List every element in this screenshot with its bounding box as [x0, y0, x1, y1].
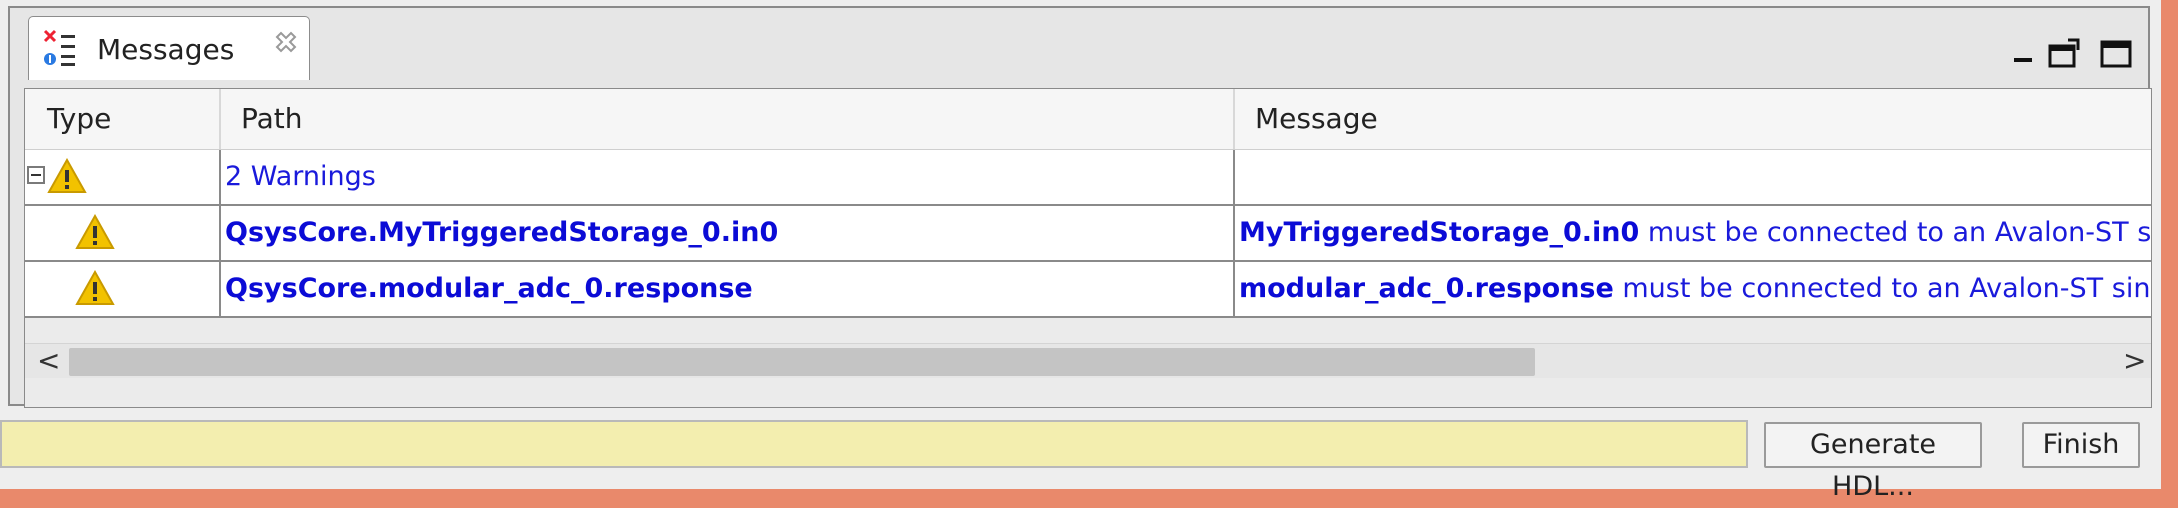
- table-header: Type Path Message: [25, 89, 2151, 150]
- message-source: MyTriggeredStorage_0.in0: [1239, 217, 1640, 248]
- messages-view: Messages Type Path Message 2 Warnings Qs…: [8, 6, 2152, 408]
- table-row[interactable]: QsysCore.MyTriggeredStorage_0.in0 MyTrig…: [25, 206, 2151, 262]
- scroll-left-arrow[interactable]: <: [37, 344, 60, 378]
- message-cell: modular_adc_0.response must be connected…: [1239, 262, 2151, 316]
- path-cell: QsysCore.MyTriggeredStorage_0.in0: [225, 217, 779, 248]
- cell-divider: [1233, 206, 1235, 262]
- tab-title: Messages: [97, 33, 235, 66]
- scroll-right-arrow[interactable]: >: [2123, 344, 2146, 378]
- messages-table: Type Path Message 2 Warnings QsysCore.My…: [24, 88, 2152, 408]
- cell-divider: [1233, 150, 1235, 206]
- tab-messages[interactable]: Messages: [28, 16, 310, 80]
- maximize-icon[interactable]: [2098, 38, 2134, 68]
- cell-divider: [219, 206, 221, 262]
- warning-icon: [47, 158, 87, 193]
- minimize-icon[interactable]: [2010, 38, 2038, 68]
- table-row[interactable]: QsysCore.modular_adc_0.response modular_…: [25, 262, 2151, 318]
- cell-divider: [1233, 262, 1235, 318]
- detach-icon[interactable]: [2046, 38, 2082, 68]
- path-cell: QsysCore.modular_adc_0.response: [225, 273, 753, 304]
- generate-hdl-button[interactable]: Generate HDL...: [1764, 422, 1982, 502]
- message-text: must be connected to an Avalon-ST source: [1647, 217, 2151, 248]
- warning-icon: [75, 270, 115, 305]
- messages-icon: [43, 29, 75, 66]
- close-tab-icon[interactable]: [271, 29, 301, 59]
- message-cell: MyTriggeredStorage_0.in0 must be connect…: [1239, 206, 2151, 260]
- collapse-icon[interactable]: [27, 166, 45, 186]
- scrollbar-thumb[interactable]: [69, 348, 1535, 376]
- dialog-pane: Messages Type Path Message 2 Warnings Qs…: [0, 0, 2161, 502]
- message-text: must be connected to an Avalon-ST sink: [1613, 273, 2151, 304]
- column-header-message[interactable]: Message: [1235, 89, 2151, 149]
- column-header-type[interactable]: Type: [25, 89, 219, 149]
- group-row[interactable]: 2 Warnings: [25, 150, 2151, 206]
- warning-icon: [75, 214, 115, 249]
- horizontal-scrollbar[interactable]: < >: [25, 343, 2151, 378]
- column-header-path[interactable]: Path: [221, 89, 1233, 149]
- group-label: 2 Warnings: [225, 161, 376, 192]
- cell-divider: [219, 262, 221, 318]
- message-source: modular_adc_0.response: [1239, 273, 1614, 304]
- finish-button[interactable]: Finish: [2022, 422, 2140, 468]
- status-bar: [0, 420, 1748, 468]
- cell-divider: [219, 150, 221, 206]
